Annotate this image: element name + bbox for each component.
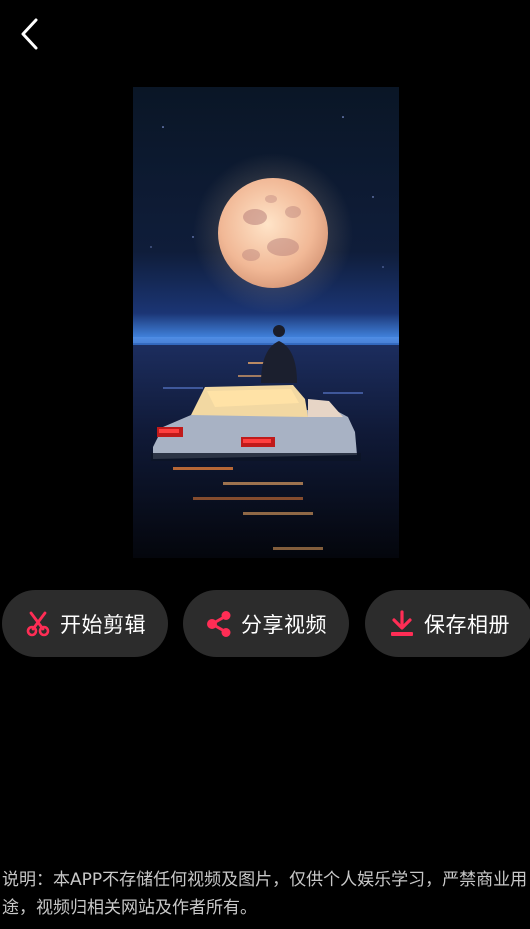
start-edit-label: 开始剪辑 bbox=[60, 612, 146, 637]
scissors-icon bbox=[24, 610, 52, 638]
video-preview[interactable] bbox=[133, 87, 399, 558]
share-icon bbox=[205, 610, 233, 638]
action-bar: 开始剪辑 分享视频 保存相册 bbox=[0, 590, 530, 657]
save-album-label: 保存相册 bbox=[424, 612, 510, 637]
start-edit-button[interactable]: 开始剪辑 bbox=[2, 590, 168, 657]
save-album-button[interactable]: 保存相册 bbox=[365, 590, 530, 657]
chevron-left-icon bbox=[21, 18, 38, 50]
download-icon bbox=[388, 609, 416, 638]
video-thumbnail-image bbox=[133, 87, 399, 558]
share-video-button[interactable]: 分享视频 bbox=[183, 590, 349, 657]
disclaimer-text: 说明：本APP不存储任何视频及图片，仅供个人娱乐学习，严禁商业用途，视频归相关网… bbox=[2, 870, 528, 918]
share-video-label: 分享视频 bbox=[241, 612, 327, 637]
back-button[interactable] bbox=[12, 16, 48, 52]
